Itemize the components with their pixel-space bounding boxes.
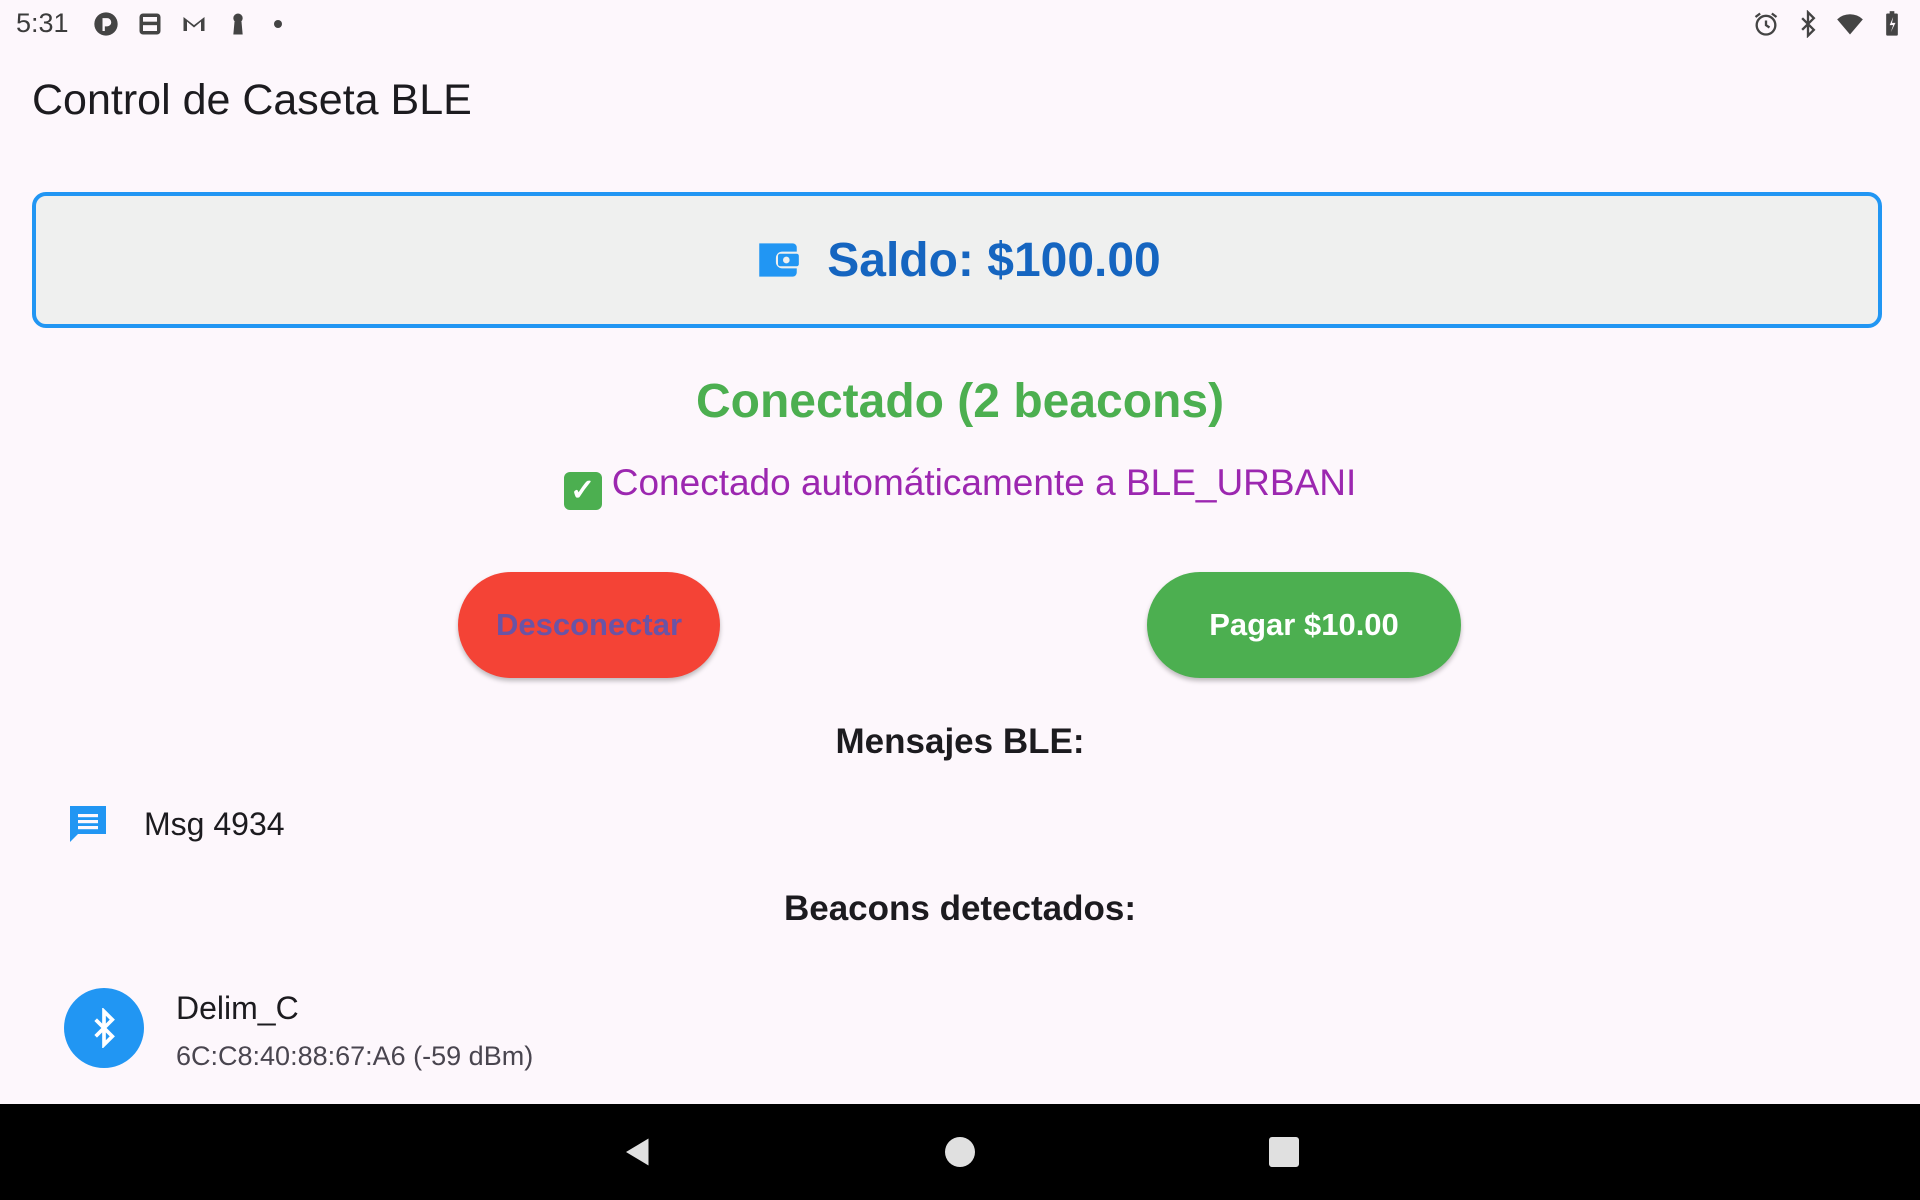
battery-icon: [1878, 10, 1906, 38]
alarm-icon: [1752, 10, 1780, 38]
list-item[interactable]: Delim_C 6C:C8:40:88:67:A6 (-59 dBm): [64, 988, 533, 1072]
check-mark-button-icon: ✓: [563, 472, 602, 510]
list-item[interactable]: Msg 4934: [64, 800, 285, 848]
notification-dot-icon: [274, 20, 282, 28]
pay-button[interactable]: Pagar $10.00: [1147, 572, 1461, 678]
status-left-icons: [92, 10, 282, 38]
beacon-detail: 6C:C8:40:88:67:A6 (-59 dBm): [176, 1041, 534, 1071]
balance-text: Saldo: $100.00: [827, 233, 1161, 287]
wifi-icon: [1836, 10, 1864, 38]
disconnect-button[interactable]: Desconectar: [458, 572, 720, 678]
pocket-casts-icon: [92, 10, 120, 38]
back-icon[interactable]: [620, 1134, 656, 1170]
message-text: Msg 4934: [144, 805, 285, 842]
keyhole-icon: [224, 10, 252, 38]
messages-title: Mensajes BLE:: [835, 722, 1085, 761]
bluetooth-icon: [1794, 10, 1822, 38]
connection-status: Conectado (2 beacons): [695, 375, 1225, 428]
auto-connect-message: ✓ Conectado automáticamente a BLE_URBANI: [0, 462, 1920, 510]
home-icon[interactable]: [942, 1134, 978, 1170]
beacon-text: Delim_C 6C:C8:40:88:67:A6 (-59 dBm): [176, 990, 533, 1072]
app-title: Control de Caseta BLE: [32, 76, 472, 124]
message-icon: [64, 800, 112, 848]
screen-capture-icon: [136, 10, 164, 38]
balance-card: Saldo: $100.00: [32, 192, 1882, 328]
status-right-icons: [1752, 10, 1906, 38]
navigation-bar: [0, 1104, 1920, 1200]
status-bar: 5:31: [0, 0, 1920, 48]
bluetooth-icon: [64, 988, 144, 1068]
recents-icon[interactable]: [1266, 1134, 1302, 1170]
wallet-icon: [753, 235, 803, 285]
gmail-icon: [180, 10, 208, 38]
beacon-name: Delim_C: [176, 990, 299, 1026]
beacons-title: Beacons detectados:: [783, 889, 1137, 928]
status-time: 5:31: [16, 8, 69, 38]
auto-connect-text: Conectado automáticamente a BLE_URBANI: [611, 462, 1357, 503]
app-screen: 5:31 Control de Caseta BLE Saldo: $100.0…: [0, 0, 1920, 1200]
